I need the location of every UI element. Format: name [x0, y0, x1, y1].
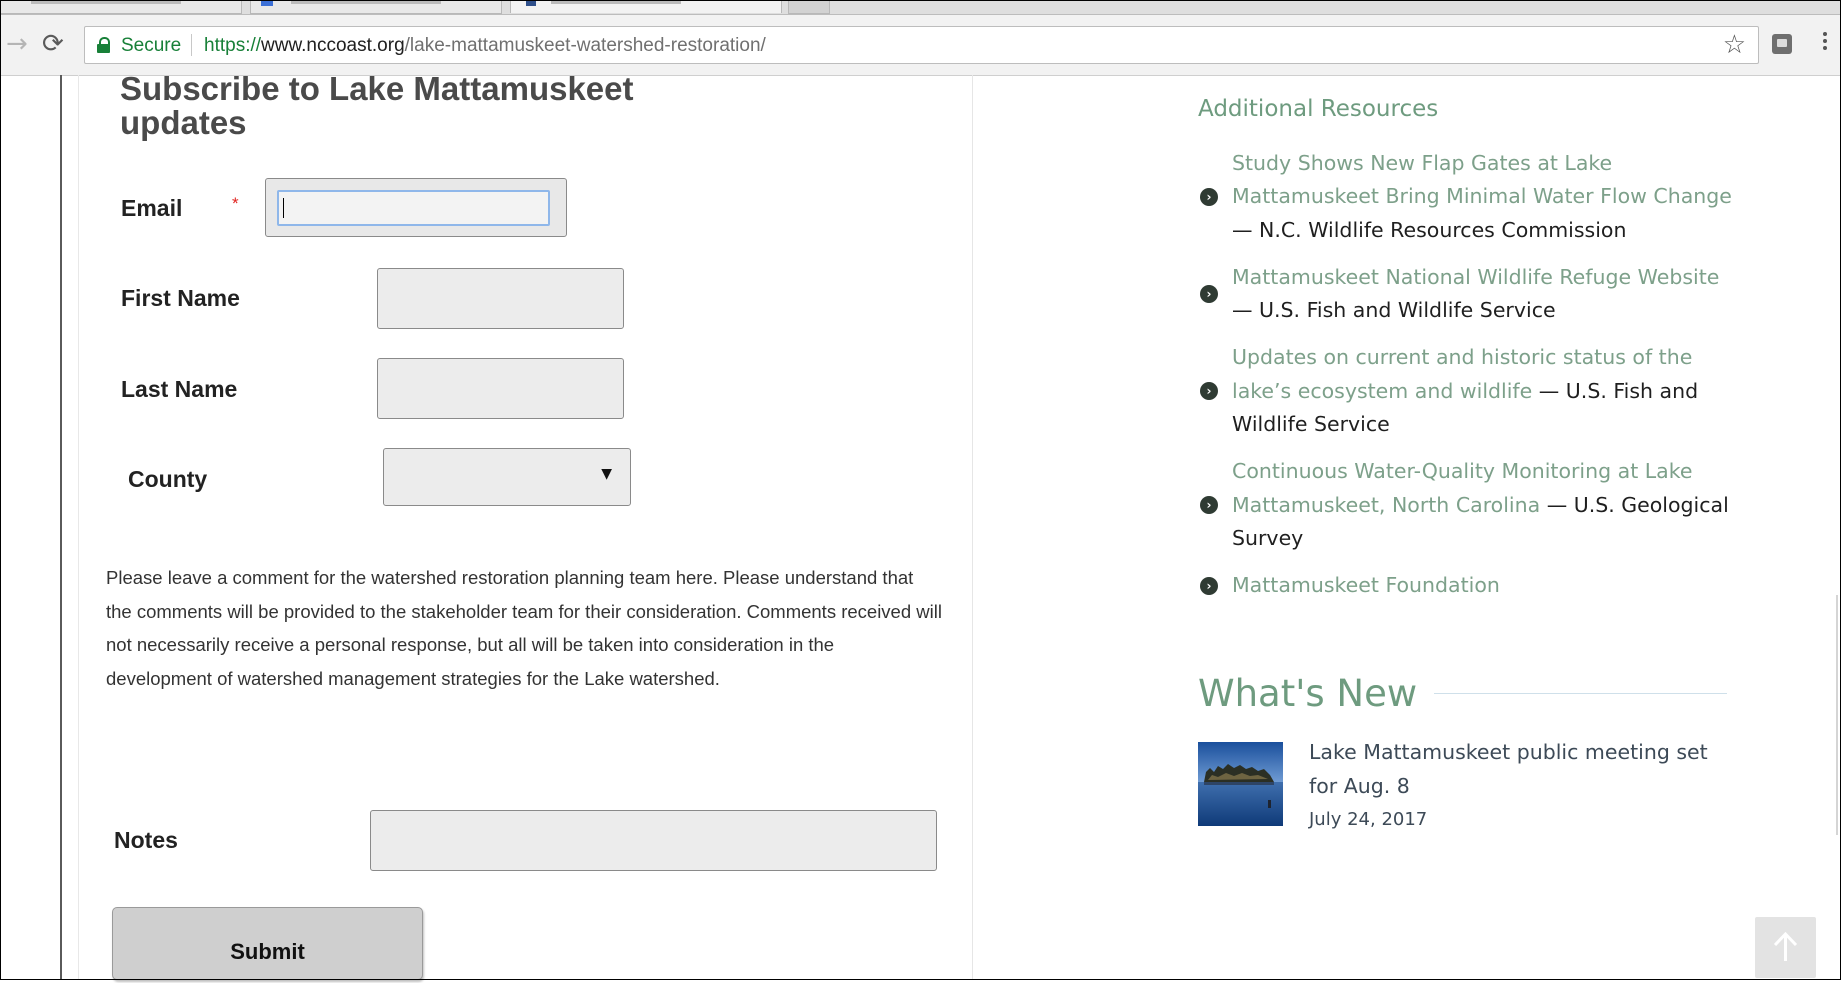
email-field-wrapper: [265, 178, 567, 237]
email-label: Email: [121, 195, 183, 221]
submit-button[interactable]: Submit: [112, 907, 423, 980]
resource-source: — N.C. Wildlife Resources Commission: [1232, 217, 1627, 242]
scrollbar[interactable]: [1836, 595, 1838, 835]
list-item: › Updates on current and historic status…: [1198, 341, 1738, 441]
news-item-title[interactable]: Lake Mattamuskeet public meeting set for…: [1309, 736, 1729, 803]
county-select[interactable]: ▼: [383, 448, 631, 506]
first-name-label: First Name: [121, 285, 240, 311]
url-host: www.nccoast.org: [261, 35, 405, 56]
chevron-right-icon: ›: [1200, 285, 1218, 304]
chevron-right-icon: ›: [1200, 496, 1218, 515]
back-to-top-button[interactable]: [1755, 917, 1816, 978]
form-title: Subscribe to Lake Mattamuskeet updates: [120, 70, 634, 141]
browser-toolbar: → ⟳ Secure https://www.nccoast.org/lake-…: [0, 15, 1841, 76]
notes-field[interactable]: [370, 810, 937, 871]
resources-list: › Study Shows New Flap Gates at Lake Mat…: [1198, 147, 1738, 617]
list-item: › Continuous Water-Quality Monitoring at…: [1198, 455, 1738, 555]
tab-1-title: [31, 1, 181, 4]
tab-favicon-icon: [261, 0, 273, 6]
list-item: › Mattamuskeet Foundation: [1198, 569, 1738, 602]
resource-link[interactable]: Mattamuskeet National Wildlife Refuge We…: [1232, 265, 1719, 289]
tab-2[interactable]: [250, 0, 502, 14]
tab-1[interactable]: [0, 0, 242, 14]
reload-icon[interactable]: ⟳: [42, 29, 64, 59]
resource-link[interactable]: Mattamuskeet Foundation: [1232, 573, 1500, 597]
required-marker: *: [232, 194, 239, 213]
address-bar[interactable]: Secure https://www.nccoast.org/lake-matt…: [84, 26, 1759, 64]
chevron-right-icon: ›: [1200, 576, 1218, 595]
email-field[interactable]: [277, 190, 550, 226]
last-name-label: Last Name: [121, 376, 238, 402]
text-caret: [283, 198, 284, 218]
url-path: /lake-mattamuskeet-watershed-restoration…: [404, 35, 766, 56]
new-tab-button[interactable]: [788, 0, 830, 14]
tab-favicon-icon: [526, 0, 536, 6]
arrow-up-icon: [1755, 931, 1816, 982]
whats-new-heading: What's New: [1198, 672, 1418, 715]
column-divider: [972, 75, 973, 980]
lake-thumbnail-image: [1198, 742, 1283, 826]
dropdown-arrow-icon: ▼: [601, 466, 612, 482]
star-icon[interactable]: ☆: [1723, 30, 1746, 60]
tab-active-title: [551, 1, 681, 4]
menu-icon[interactable]: [1823, 29, 1829, 53]
back-arrow-icon[interactable]: →: [6, 29, 28, 59]
lock-icon: [97, 37, 110, 53]
tab-2-title: [291, 1, 441, 4]
additional-resources-heading: Additional Resources: [1198, 96, 1439, 122]
last-name-field[interactable]: [377, 358, 624, 419]
news-item-date: July 24, 2017: [1309, 809, 1428, 830]
list-item: › Mattamuskeet National Wildlife Refuge …: [1198, 261, 1738, 328]
omnibox-separator: [191, 34, 192, 56]
list-item: › Study Shows New Flap Gates at Lake Mat…: [1198, 147, 1738, 247]
url-text[interactable]: https://www.nccoast.org/lake-mattamuskee…: [204, 35, 766, 57]
chevron-right-icon: ›: [1200, 187, 1218, 206]
chevron-right-icon: ›: [1200, 382, 1218, 401]
news-thumbnail[interactable]: [1198, 742, 1283, 826]
first-name-field[interactable]: [377, 268, 624, 329]
tab-strip: [0, 0, 1841, 15]
comment-instructions: Please leave a comment for the watershed…: [106, 567, 942, 689]
resource-source: — U.S. Fish and Wildlife Service: [1232, 298, 1556, 323]
page-left-rule: [60, 75, 62, 980]
resource-link[interactable]: Study Shows New Flap Gates at Lake Matta…: [1232, 151, 1732, 208]
tab-active[interactable]: [510, 0, 782, 13]
county-label: County: [128, 466, 208, 492]
security-label: Secure: [121, 35, 182, 56]
extension-icon[interactable]: [1772, 34, 1792, 54]
heading-divider: [1434, 693, 1727, 694]
url-scheme: https://: [204, 35, 262, 56]
notes-label: Notes: [114, 827, 178, 853]
